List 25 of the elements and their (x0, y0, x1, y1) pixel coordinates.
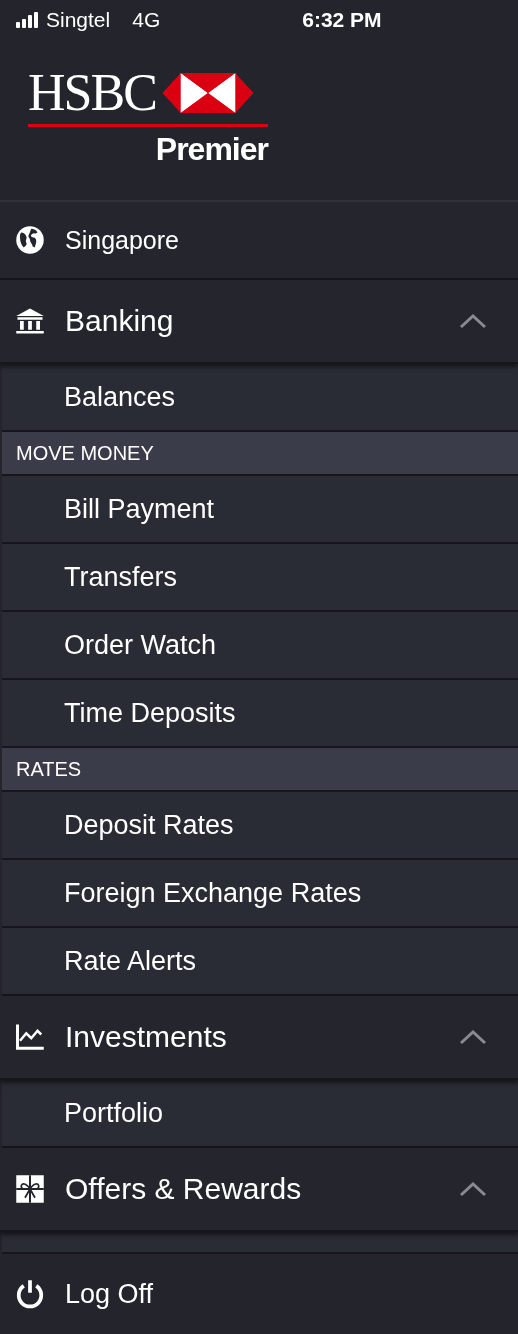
section-label: RATES (2, 748, 518, 792)
submenu-item[interactable]: Portfolio (2, 1080, 518, 1148)
power-icon (15, 1279, 45, 1309)
bank-icon (15, 306, 45, 336)
submenu-item[interactable]: Foreign Exchange Rates (2, 860, 518, 928)
submenu-item[interactable]: Transfers (2, 544, 518, 612)
submenu-item[interactable]: Bill Payment (2, 476, 518, 544)
menu-section-header[interactable]: Offers & Rewards (0, 1148, 518, 1232)
submenu-item[interactable]: Order Watch (2, 612, 518, 680)
menu-section-header[interactable]: Banking (0, 280, 518, 364)
submenu-item[interactable]: Deposit Rates (2, 792, 518, 860)
chart-icon (15, 1022, 45, 1052)
logo-wordmark: HSBC (28, 68, 156, 118)
carrier-name: Singtel (46, 8, 111, 32)
network-type: 4G (132, 8, 161, 32)
globe-icon (15, 225, 45, 255)
submenu-item[interactable]: Balances (2, 364, 518, 432)
menu-section-header[interactable]: Investments (0, 996, 518, 1080)
hexagon-logo-icon (161, 73, 254, 113)
gift-icon (15, 1174, 45, 1204)
submenu-item[interactable]: Time Deposits (2, 680, 518, 748)
section-label: MOVE MONEY (2, 432, 518, 476)
submenu-item[interactable]: Rate Alerts (2, 928, 518, 996)
brand-subtitle: Premier (154, 131, 268, 168)
clock-time: 6:32 PM (302, 8, 382, 32)
